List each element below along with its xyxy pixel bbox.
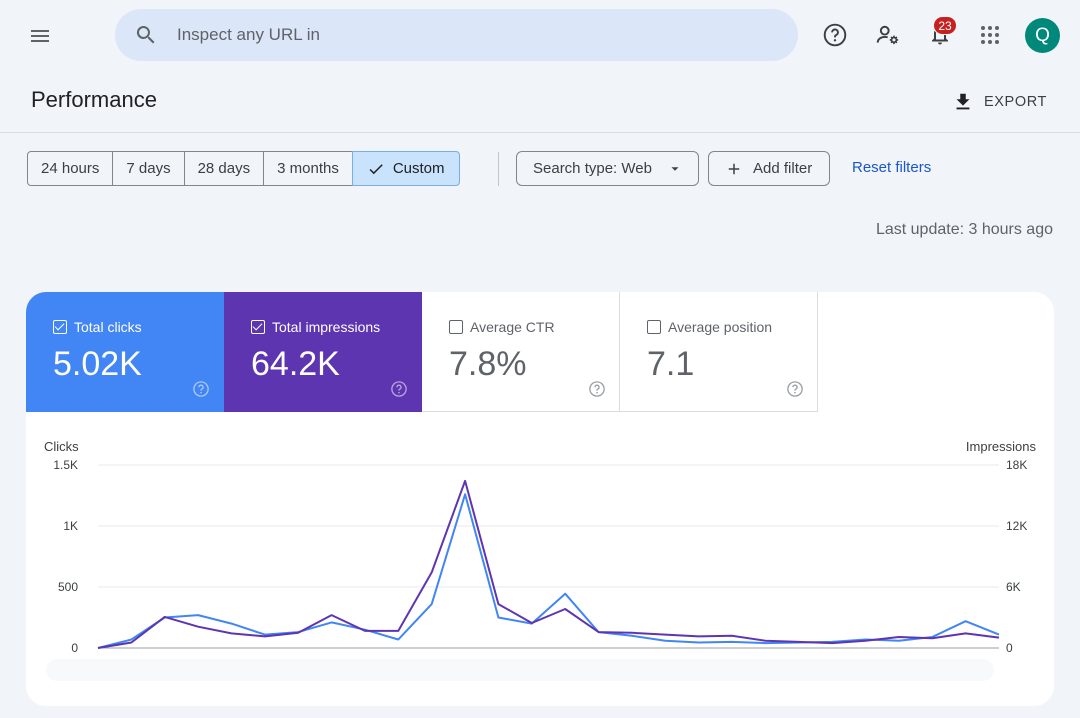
right-tick-label: 6K	[1006, 580, 1021, 594]
metric-label-text: Average CTR	[470, 319, 555, 335]
right-axis-title: Impressions	[966, 439, 1037, 454]
performance-card: Total clicks 5.02K Total impressions 64.…	[26, 292, 1054, 706]
right-tick-label: 18K	[1006, 458, 1027, 472]
plus-icon	[728, 163, 740, 174]
range-28-days-button[interactable]: 28 days	[183, 151, 265, 186]
help-button[interactable]	[817, 17, 853, 53]
range-label: 24 hours	[41, 160, 100, 177]
filter-divider	[498, 152, 499, 186]
help-outline-icon[interactable]	[192, 380, 210, 398]
range-label: Custom	[392, 160, 445, 177]
user-settings-button[interactable]	[870, 17, 906, 53]
left-tick-label: 0	[71, 641, 78, 655]
range-7-days-button[interactable]: 7 days	[112, 151, 185, 186]
add-filter-button[interactable]: Add filter	[708, 151, 830, 186]
header-divider	[0, 132, 1080, 133]
metric-label: Total clicks	[53, 319, 142, 335]
help-outline-icon[interactable]	[786, 380, 804, 398]
page-title: Performance	[31, 87, 157, 112]
metric-label: Total impressions	[251, 319, 380, 335]
metric-checkbox[interactable]	[251, 320, 265, 334]
metric-total-clicks[interactable]: Total clicks 5.02K	[26, 292, 224, 412]
notification-count-badge: 23	[933, 16, 957, 35]
impressions-series-line	[97, 479, 1000, 649]
metric-label: Average position	[647, 319, 772, 335]
top-bar: 23 Q	[0, 0, 1080, 70]
download-icon	[956, 93, 970, 110]
search-type-dropdown[interactable]: Search type: Web	[516, 151, 699, 186]
left-axis-title: Clicks	[44, 439, 79, 454]
chart-range-brush	[46, 659, 994, 681]
metric-average-ctr[interactable]: Average CTR 7.8%	[422, 292, 620, 412]
date-range-selector: 24 hours 7 days 28 days 3 months Custom	[27, 151, 460, 186]
help-outline-icon[interactable]	[588, 380, 606, 398]
metric-label: Average CTR	[449, 319, 555, 335]
metric-total-impressions[interactable]: Total impressions 64.2K	[224, 292, 422, 412]
url-inspection-search	[115, 9, 798, 61]
metric-checkbox[interactable]	[647, 320, 661, 334]
apps-grid-icon	[981, 26, 999, 44]
left-tick-label: 500	[58, 580, 78, 594]
right-tick-label: 12K	[1006, 519, 1027, 533]
add-filter-label: Add filter	[753, 160, 813, 177]
metric-value: 7.1	[647, 345, 695, 383]
left-tick-label: 1K	[63, 519, 78, 533]
left-tick-label: 1.5K	[53, 458, 78, 472]
hamburger-menu-icon	[31, 30, 49, 42]
clicks-series-line	[97, 493, 1000, 649]
metric-label-text: Total clicks	[74, 319, 142, 335]
reset-filters-link[interactable]: Reset filters	[852, 159, 931, 176]
metric-label-text: Total impressions	[272, 319, 381, 335]
performance-chart[interactable]: Clicks Impressions 1.5K 18K 1K 12K 500 6K 0 0	[26, 412, 1054, 706]
right-tick-label: 0	[1006, 641, 1013, 655]
search-type-label: Search type: Web	[533, 160, 652, 177]
check-icon	[369, 163, 383, 174]
range-3-months-button[interactable]: 3 months	[263, 151, 353, 186]
metric-label-text: Average position	[668, 319, 773, 335]
help-circle-icon	[823, 23, 847, 47]
metric-value: 64.2K	[251, 345, 340, 383]
range-label: 7 days	[126, 160, 171, 177]
search-input[interactable]	[177, 19, 777, 51]
range-label: 3 months	[277, 160, 339, 177]
help-outline-icon[interactable]	[390, 380, 408, 398]
apps-launcher-button[interactable]	[972, 17, 1008, 53]
metric-average-position[interactable]: Average position 7.1	[620, 292, 818, 412]
range-custom-button[interactable]: Custom	[351, 151, 460, 186]
metric-checkbox[interactable]	[53, 320, 67, 334]
metric-value: 7.8%	[449, 345, 527, 383]
main-menu-button[interactable]	[22, 18, 58, 54]
range-label: 28 days	[197, 160, 251, 177]
export-button[interactable]: EXPORT	[944, 86, 1055, 118]
search-icon[interactable]	[134, 23, 158, 47]
metric-value: 5.02K	[53, 345, 142, 383]
account-avatar[interactable]: Q	[1025, 18, 1060, 53]
export-label: EXPORT	[984, 94, 1047, 110]
range-24-hours-button[interactable]: 24 hours	[27, 151, 114, 186]
metric-checkbox[interactable]	[449, 320, 463, 334]
last-update-text: Last update: 3 hours ago	[875, 221, 1053, 238]
dropdown-arrow-icon	[671, 166, 679, 171]
manage-accounts-icon	[876, 25, 899, 45]
